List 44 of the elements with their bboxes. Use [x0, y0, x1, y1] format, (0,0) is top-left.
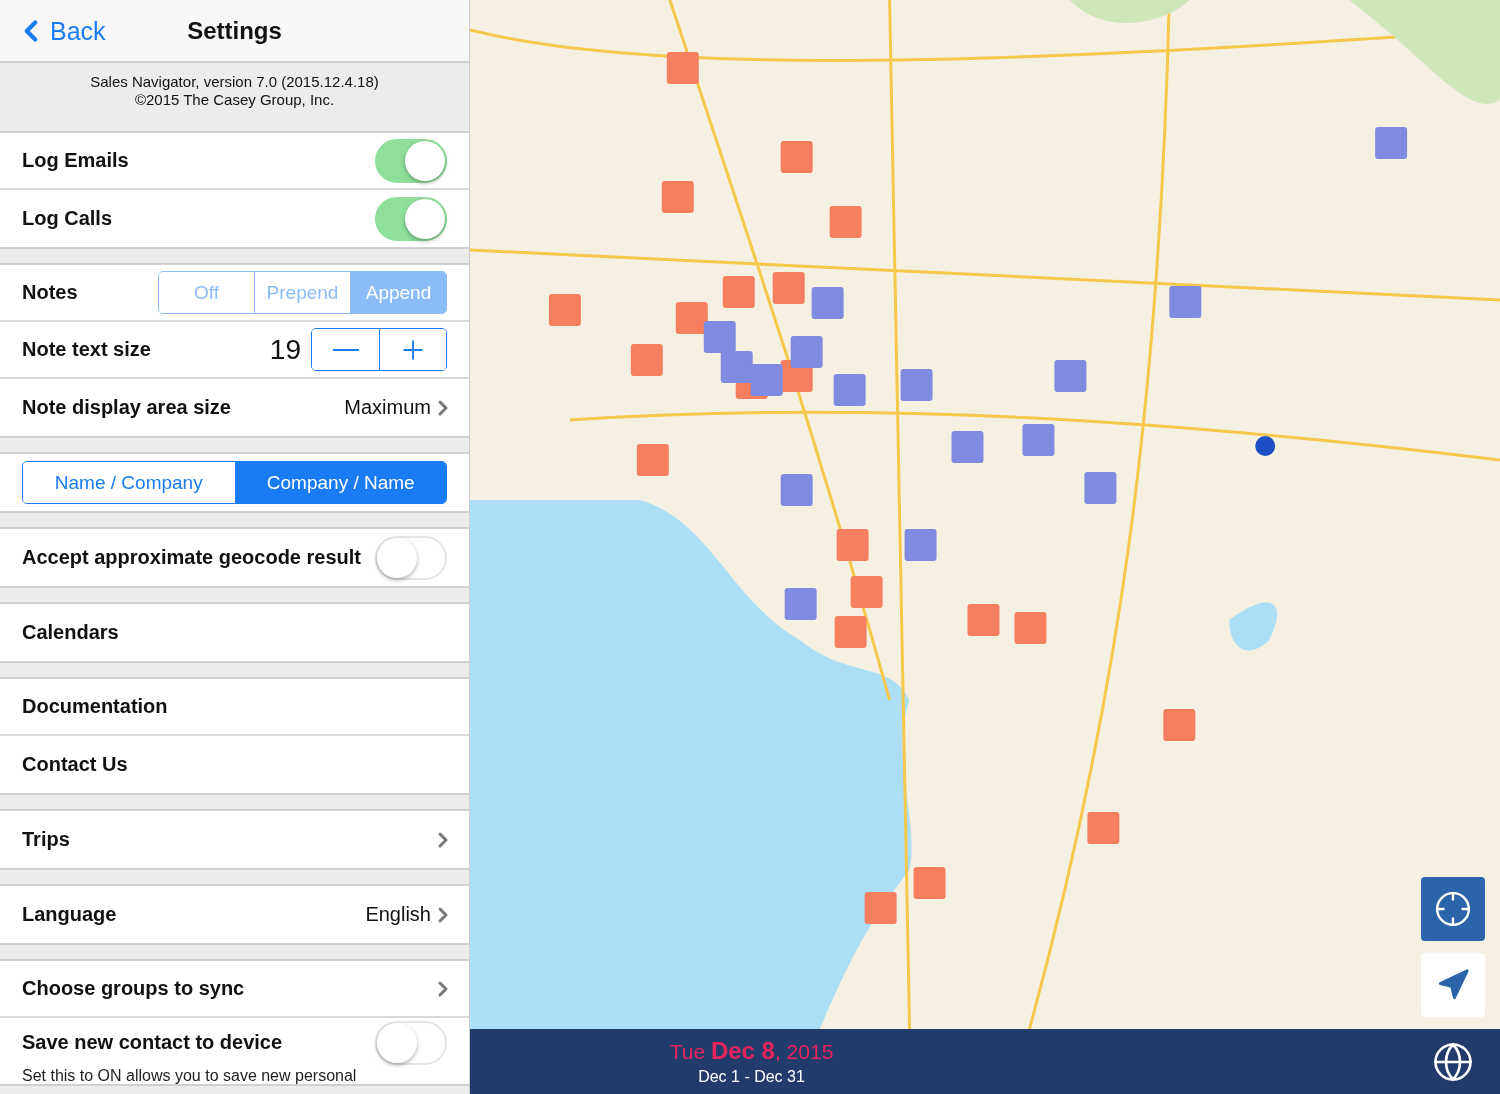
settings-row[interactable]: Documentation: [0, 679, 469, 736]
settings-row[interactable]: Choose groups to sync: [0, 961, 469, 1018]
settings-row[interactable]: Trips: [0, 811, 469, 868]
locate-button[interactable]: [1421, 877, 1485, 941]
globe-button[interactable]: [1432, 1040, 1474, 1083]
setting-label: Documentation: [22, 695, 169, 718]
screen-title: Settings: [187, 16, 282, 45]
settings-row[interactable]: Note display area size Maximum: [0, 379, 469, 436]
setting-label: Note display area size: [22, 396, 232, 419]
globe-icon: [1432, 1040, 1474, 1083]
segment-option[interactable]: Company / Name: [234, 462, 446, 503]
setting-label: Log Calls: [22, 207, 113, 230]
setting-label: Trips: [22, 828, 71, 851]
setting-label: Save new contact to device: [22, 1031, 284, 1054]
setting-label: Contact Us: [22, 753, 129, 776]
setting-value: English: [365, 903, 431, 926]
setting-description: Set this to ON allows you to save new personal: [21, 1067, 358, 1084]
setting-value: Maximum: [344, 396, 431, 419]
setting-label: Log Emails: [22, 149, 130, 172]
stepper-value: 19: [269, 333, 301, 366]
setting-label: Accept approximate geocode result: [22, 546, 362, 569]
setting-label: Choose groups to sync: [22, 977, 246, 1000]
minus-icon: [332, 348, 359, 351]
location-arrow-icon: [1436, 968, 1470, 1002]
setting-label: Language: [22, 903, 118, 926]
date-range: Dec 1 - Dec 31: [698, 1068, 805, 1086]
crosshair-icon: [1434, 890, 1472, 928]
setting-label: Calendars: [22, 621, 120, 644]
navigation-button[interactable]: [1421, 953, 1485, 1017]
increment-button[interactable]: [379, 329, 446, 370]
version-text: Sales Navigator, version 7.0 (2015.12.4.18): [90, 73, 379, 91]
settings-row[interactable]: Contact Us: [0, 736, 469, 793]
settings-row[interactable]: Calendars: [0, 604, 469, 661]
toggle-switch[interactable]: [375, 196, 447, 241]
toggle-switch[interactable]: [375, 1020, 447, 1065]
toggle-switch[interactable]: [375, 535, 447, 580]
setting-label: Note text size: [22, 338, 152, 361]
stepper-control[interactable]: [311, 328, 447, 371]
version-text: ©2015 The Casey Group, Inc.: [134, 91, 335, 109]
back-button[interactable]: Back: [14, 14, 106, 48]
current-date: Tue Dec 8, 2015: [669, 1037, 834, 1065]
toggle-switch[interactable]: [375, 138, 447, 183]
settings-row[interactable]: Language English: [0, 886, 469, 943]
setting-label: Notes: [22, 281, 79, 304]
